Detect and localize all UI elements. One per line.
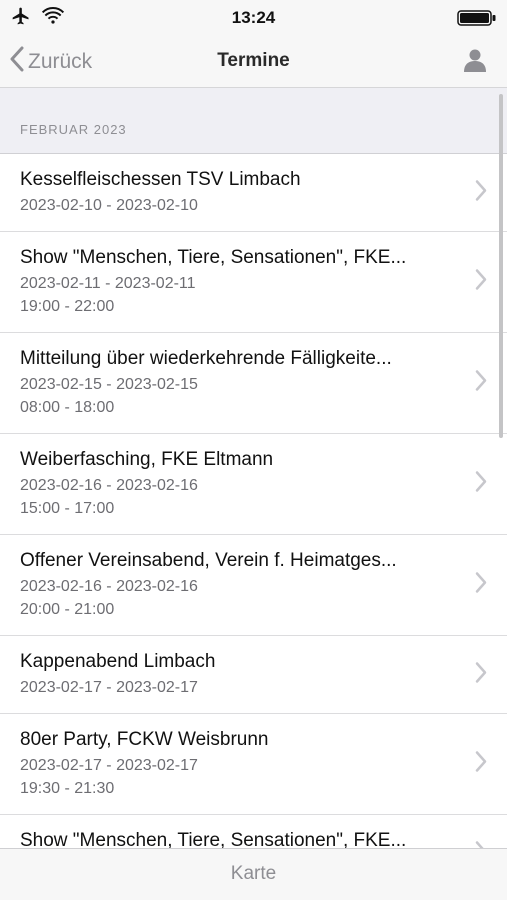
event-title: Show "Menschen, Tiere, Sensationen", FKE… [20, 247, 407, 268]
section-header: FEBRUAR 2023 [0, 88, 507, 154]
event-row[interactable]: Mitteilung über wiederkehrende Fälligkei… [0, 333, 507, 434]
event-title: Offener Vereinsabend, Verein f. Heimatge… [20, 550, 397, 571]
event-dates: 2023-02-11 - 2023-02-11 [20, 275, 196, 292]
event-row[interactable]: 80er Party, FCKW Weisbrunn 2023-02-17 - 2… [0, 714, 507, 815]
event-time: 19:30 - 21:30 [20, 780, 115, 797]
chevron-right-icon [475, 840, 487, 848]
event-title: Kappenabend Limbach [20, 651, 216, 672]
event-row[interactable]: Kappenabend Limbach 2023-02-17 - 2023-02-… [0, 636, 507, 714]
event-title: Kesselfleischessen TSV Limbach [20, 169, 301, 190]
event-title: Weiberfasching, FKE Eltmann [20, 449, 274, 470]
events-list-container[interactable]: FEBRUAR 2023 Kesselfleischessen TSV Limb… [0, 88, 507, 848]
status-bar: 13:24 [0, 0, 507, 36]
event-dates: 2023-02-15 - 2023-02-15 [20, 376, 198, 393]
chevron-right-icon [475, 269, 487, 296]
events-list: Kesselfleischessen TSV Limbach 2023-02-10… [0, 154, 507, 848]
chevron-right-icon [475, 751, 487, 778]
event-time: 19:00 - 22:00 [20, 298, 115, 315]
event-dates: 2023-02-17 - 2023-02-17 [20, 757, 198, 774]
chevron-right-icon [475, 572, 487, 599]
chevron-right-icon [475, 370, 487, 397]
event-dates: 2023-02-17 - 2023-02-17 [20, 679, 198, 696]
event-title: 80er Party, FCKW Weisbrunn [20, 729, 269, 750]
profile-button[interactable] [463, 48, 487, 77]
event-row[interactable]: Offener Vereinsabend, Verein f. Heimatge… [0, 535, 507, 636]
event-dates: 2023-02-16 - 2023-02-16 [20, 477, 198, 494]
event-row[interactable]: Kesselfleischessen TSV Limbach 2023-02-10… [0, 154, 507, 232]
event-row[interactable]: Show "Menschen, Tiere, Sensationen", FKE… [0, 232, 507, 333]
event-dates: 2023-02-16 - 2023-02-16 [20, 578, 198, 595]
event-title: Mitteilung über wiederkehrende Fälligkei… [20, 348, 392, 369]
navigation-bar: Zurück Termine [0, 36, 507, 88]
page-title: Termine [217, 50, 290, 71]
event-dates: 2023-02-10 - 2023-02-10 [20, 197, 198, 214]
status-time: 13:24 [231, 8, 276, 27]
event-time: 20:00 - 21:00 [20, 601, 115, 618]
tab-karte[interactable]: Karte [0, 863, 507, 885]
chevron-right-icon [475, 179, 487, 206]
event-row[interactable]: Show "Menschen, Tiere, Sensationen", FKE… [0, 815, 507, 848]
scroll-indicator[interactable] [499, 94, 503, 438]
event-title: Show "Menschen, Tiere, Sensationen", FKE… [20, 830, 407, 848]
event-row[interactable]: Weiberfasching, FKE Eltmann 2023-02-16 - … [0, 434, 507, 535]
battery-icon [457, 10, 497, 31]
chevron-right-icon [475, 471, 487, 498]
person-icon [463, 49, 487, 76]
tab-bar: Karte [0, 848, 507, 900]
event-time: 08:00 - 18:00 [20, 399, 115, 416]
chevron-right-icon [475, 661, 487, 688]
event-time: 15:00 - 17:00 [20, 500, 115, 517]
